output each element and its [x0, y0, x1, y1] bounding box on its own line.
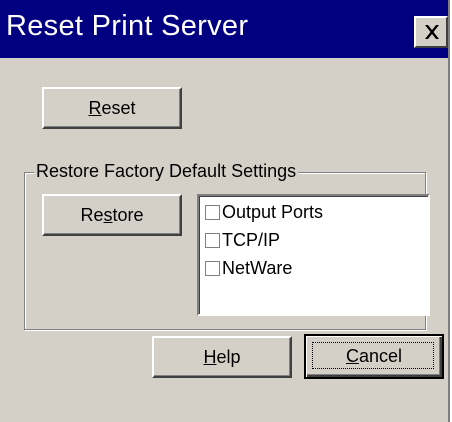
netware-label: NetWare	[222, 258, 293, 278]
tcp-ip-checkbox[interactable]	[205, 233, 220, 248]
close-icon	[425, 25, 439, 39]
output-ports-checkbox[interactable]	[205, 205, 220, 220]
restore-button-label: Restore	[80, 204, 144, 225]
title-bar[interactable]: Reset Print Server	[0, 0, 448, 58]
tcp-ip-label: TCP/IP	[222, 230, 281, 250]
restore-options-list[interactable]: Output Ports TCP/IP NetWare	[197, 194, 430, 316]
option-output-ports[interactable]: Output Ports	[205, 202, 323, 223]
help-button-label: Help	[203, 346, 241, 367]
close-button[interactable]	[414, 16, 448, 48]
option-netware[interactable]: NetWare	[205, 258, 292, 279]
restore-button[interactable]: Restore	[42, 194, 182, 236]
output-ports-label: Output Ports	[222, 202, 324, 222]
reset-button-label: Reset	[88, 97, 136, 118]
window-title: Reset Print Server	[6, 10, 249, 42]
netware-checkbox[interactable]	[205, 261, 220, 276]
option-tcp-ip[interactable]: TCP/IP	[205, 230, 280, 251]
cancel-button[interactable]: Cancel	[304, 334, 444, 379]
reset-print-server-dialog: Reset Print Server Reset Restore Factory…	[0, 0, 450, 422]
restore-defaults-group-label: Restore Factory Default Settings	[34, 161, 299, 182]
cancel-button-label: Cancel	[345, 346, 403, 366]
reset-button[interactable]: Reset	[42, 87, 182, 129]
help-button[interactable]: Help	[152, 336, 292, 378]
